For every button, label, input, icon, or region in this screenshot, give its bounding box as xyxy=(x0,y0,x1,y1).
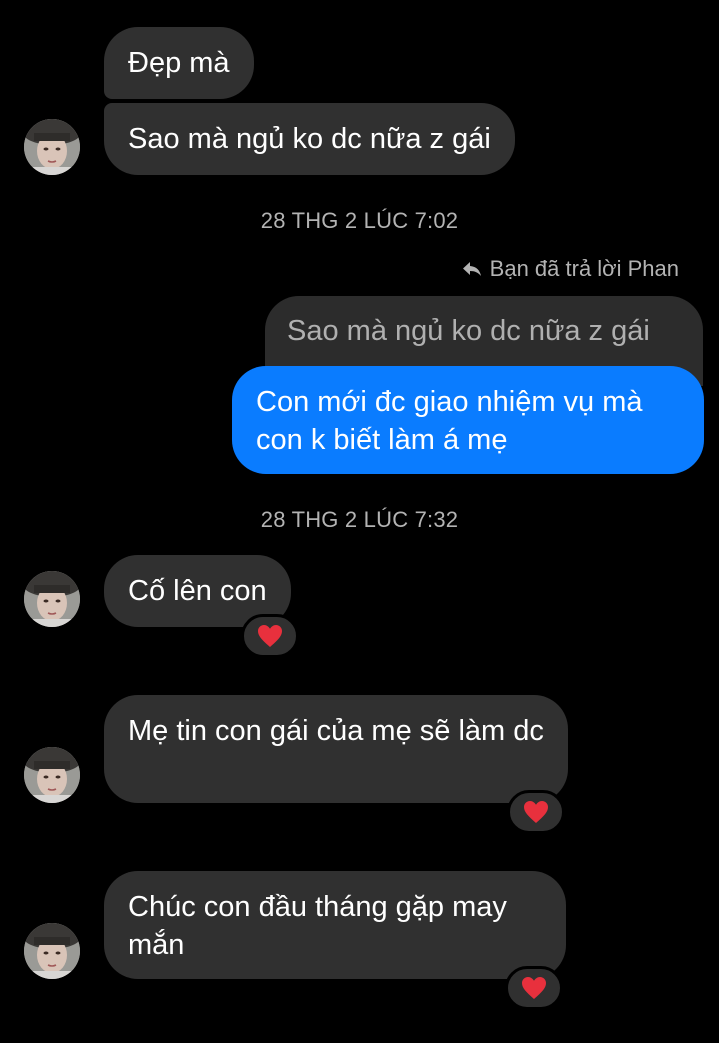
incoming-message[interactable]: Sao mà ngủ ko dc nữa z gái xyxy=(104,103,515,175)
avatar-image xyxy=(24,119,80,175)
avatar[interactable] xyxy=(24,747,80,803)
reaction-badge[interactable] xyxy=(505,966,563,1010)
message-text: Con mới đc giao nhiệm vụ mà con k biết l… xyxy=(256,386,643,456)
avatar-image xyxy=(24,923,80,979)
avatar-image xyxy=(24,571,80,627)
message-text: Cố lên con xyxy=(128,575,267,607)
heart-icon xyxy=(258,625,282,647)
avatar-image xyxy=(24,747,80,803)
message-text: Đẹp mà xyxy=(128,47,230,79)
timestamp: 28 THG 2 LÚC 7:32 xyxy=(260,507,459,532)
outgoing-message[interactable]: Con mới đc giao nhiệm vụ mà con k biết l… xyxy=(232,366,704,474)
avatar[interactable] xyxy=(24,571,80,627)
incoming-message[interactable]: Chúc con đầu tháng gặp may mắn xyxy=(104,871,566,979)
message-text: Mẹ tin con gái của mẹ sẽ làm dc xyxy=(128,715,544,747)
message-text: Chúc con đầu tháng gặp may mắn xyxy=(128,891,507,961)
avatar[interactable] xyxy=(24,119,80,175)
incoming-message[interactable]: Đẹp mà xyxy=(104,27,254,99)
message-text: Sao mà ngủ ko dc nữa z gái xyxy=(128,123,491,155)
avatar[interactable] xyxy=(24,923,80,979)
reaction-badge[interactable] xyxy=(241,614,299,658)
incoming-message[interactable]: Mẹ tin con gái của mẹ sẽ làm dc xyxy=(104,695,568,803)
reply-note-text: Bạn đã trả lời Phan xyxy=(489,256,679,281)
reaction-badge[interactable] xyxy=(507,790,565,834)
reply-arrow-icon xyxy=(462,262,481,276)
heart-icon xyxy=(522,977,546,999)
heart-icon xyxy=(524,801,548,823)
timestamp: 28 THG 2 LÚC 7:02 xyxy=(260,208,459,233)
reply-indicator: Bạn đã trả lời Phan xyxy=(462,256,679,282)
quoted-text: Sao mà ngủ ko dc nữa z gái xyxy=(287,315,650,347)
